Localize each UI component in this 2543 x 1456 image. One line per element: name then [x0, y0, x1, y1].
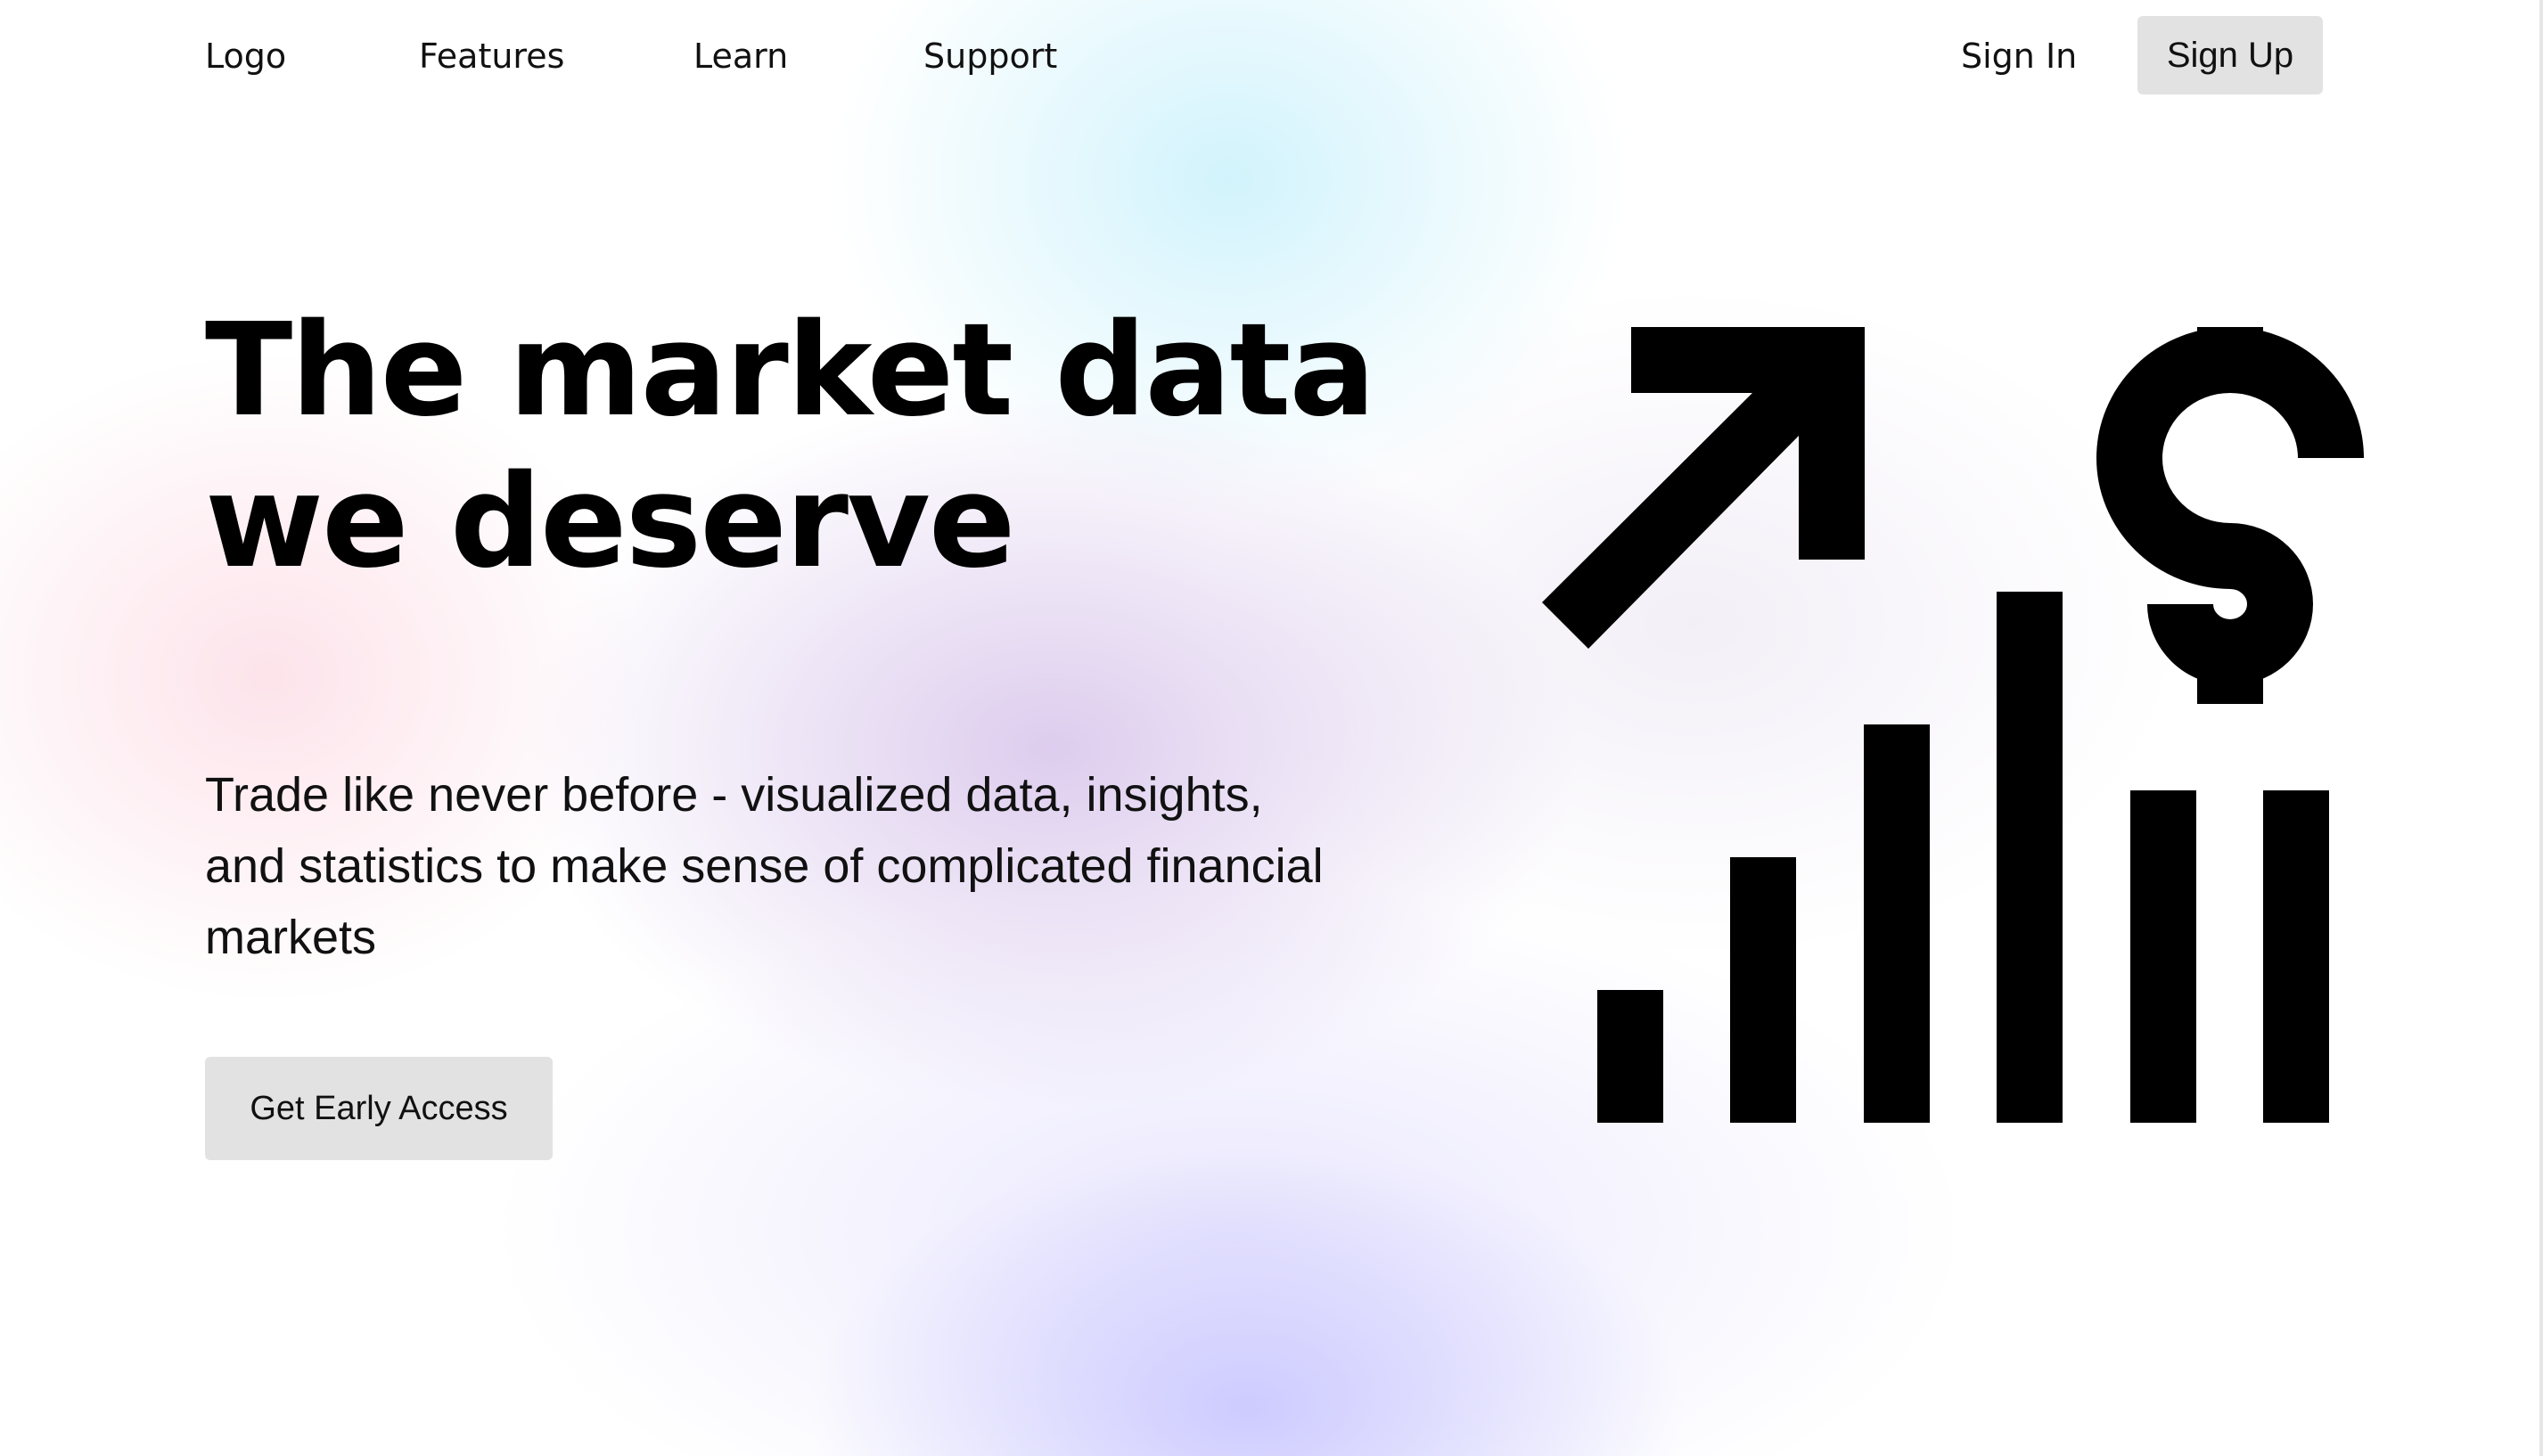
hero-title-line-2: we deserve [205, 446, 1016, 596]
trend-up-arrow-icon [1542, 327, 1865, 649]
top-navigation: Logo Features Learn Support Sign In Sign… [0, 0, 2543, 114]
scrollbar-edge [2539, 0, 2543, 1456]
hero-subtitle: Trade like never before - visualized dat… [205, 768, 1324, 964]
get-early-access-button[interactable]: Get Early Access [205, 1057, 553, 1160]
landing-page: Logo Features Learn Support Sign In Sign… [0, 0, 2543, 1456]
nav-link-features[interactable]: Features [419, 34, 564, 78]
dollar-sign-icon [2096, 327, 2364, 704]
illustration-bar [1597, 990, 1663, 1123]
logo-link[interactable]: Logo [205, 34, 286, 78]
hero-title: The market data we deserve [205, 294, 1376, 597]
illustration-bar [1730, 857, 1796, 1123]
nav-link-learn[interactable]: Learn [693, 34, 788, 78]
illustration-bar [2263, 790, 2329, 1123]
hero-title-line-1: The market data [205, 295, 1376, 445]
sign-in-link[interactable]: Sign In [1961, 34, 2077, 78]
nav-link-support[interactable]: Support [923, 34, 1057, 78]
illustration-bar [2130, 790, 2196, 1123]
sign-up-button[interactable]: Sign Up [2137, 16, 2323, 94]
illustration-bar [1997, 592, 2063, 1123]
illustration-bar [1864, 724, 1930, 1123]
market-illustration [1542, 327, 2364, 1123]
